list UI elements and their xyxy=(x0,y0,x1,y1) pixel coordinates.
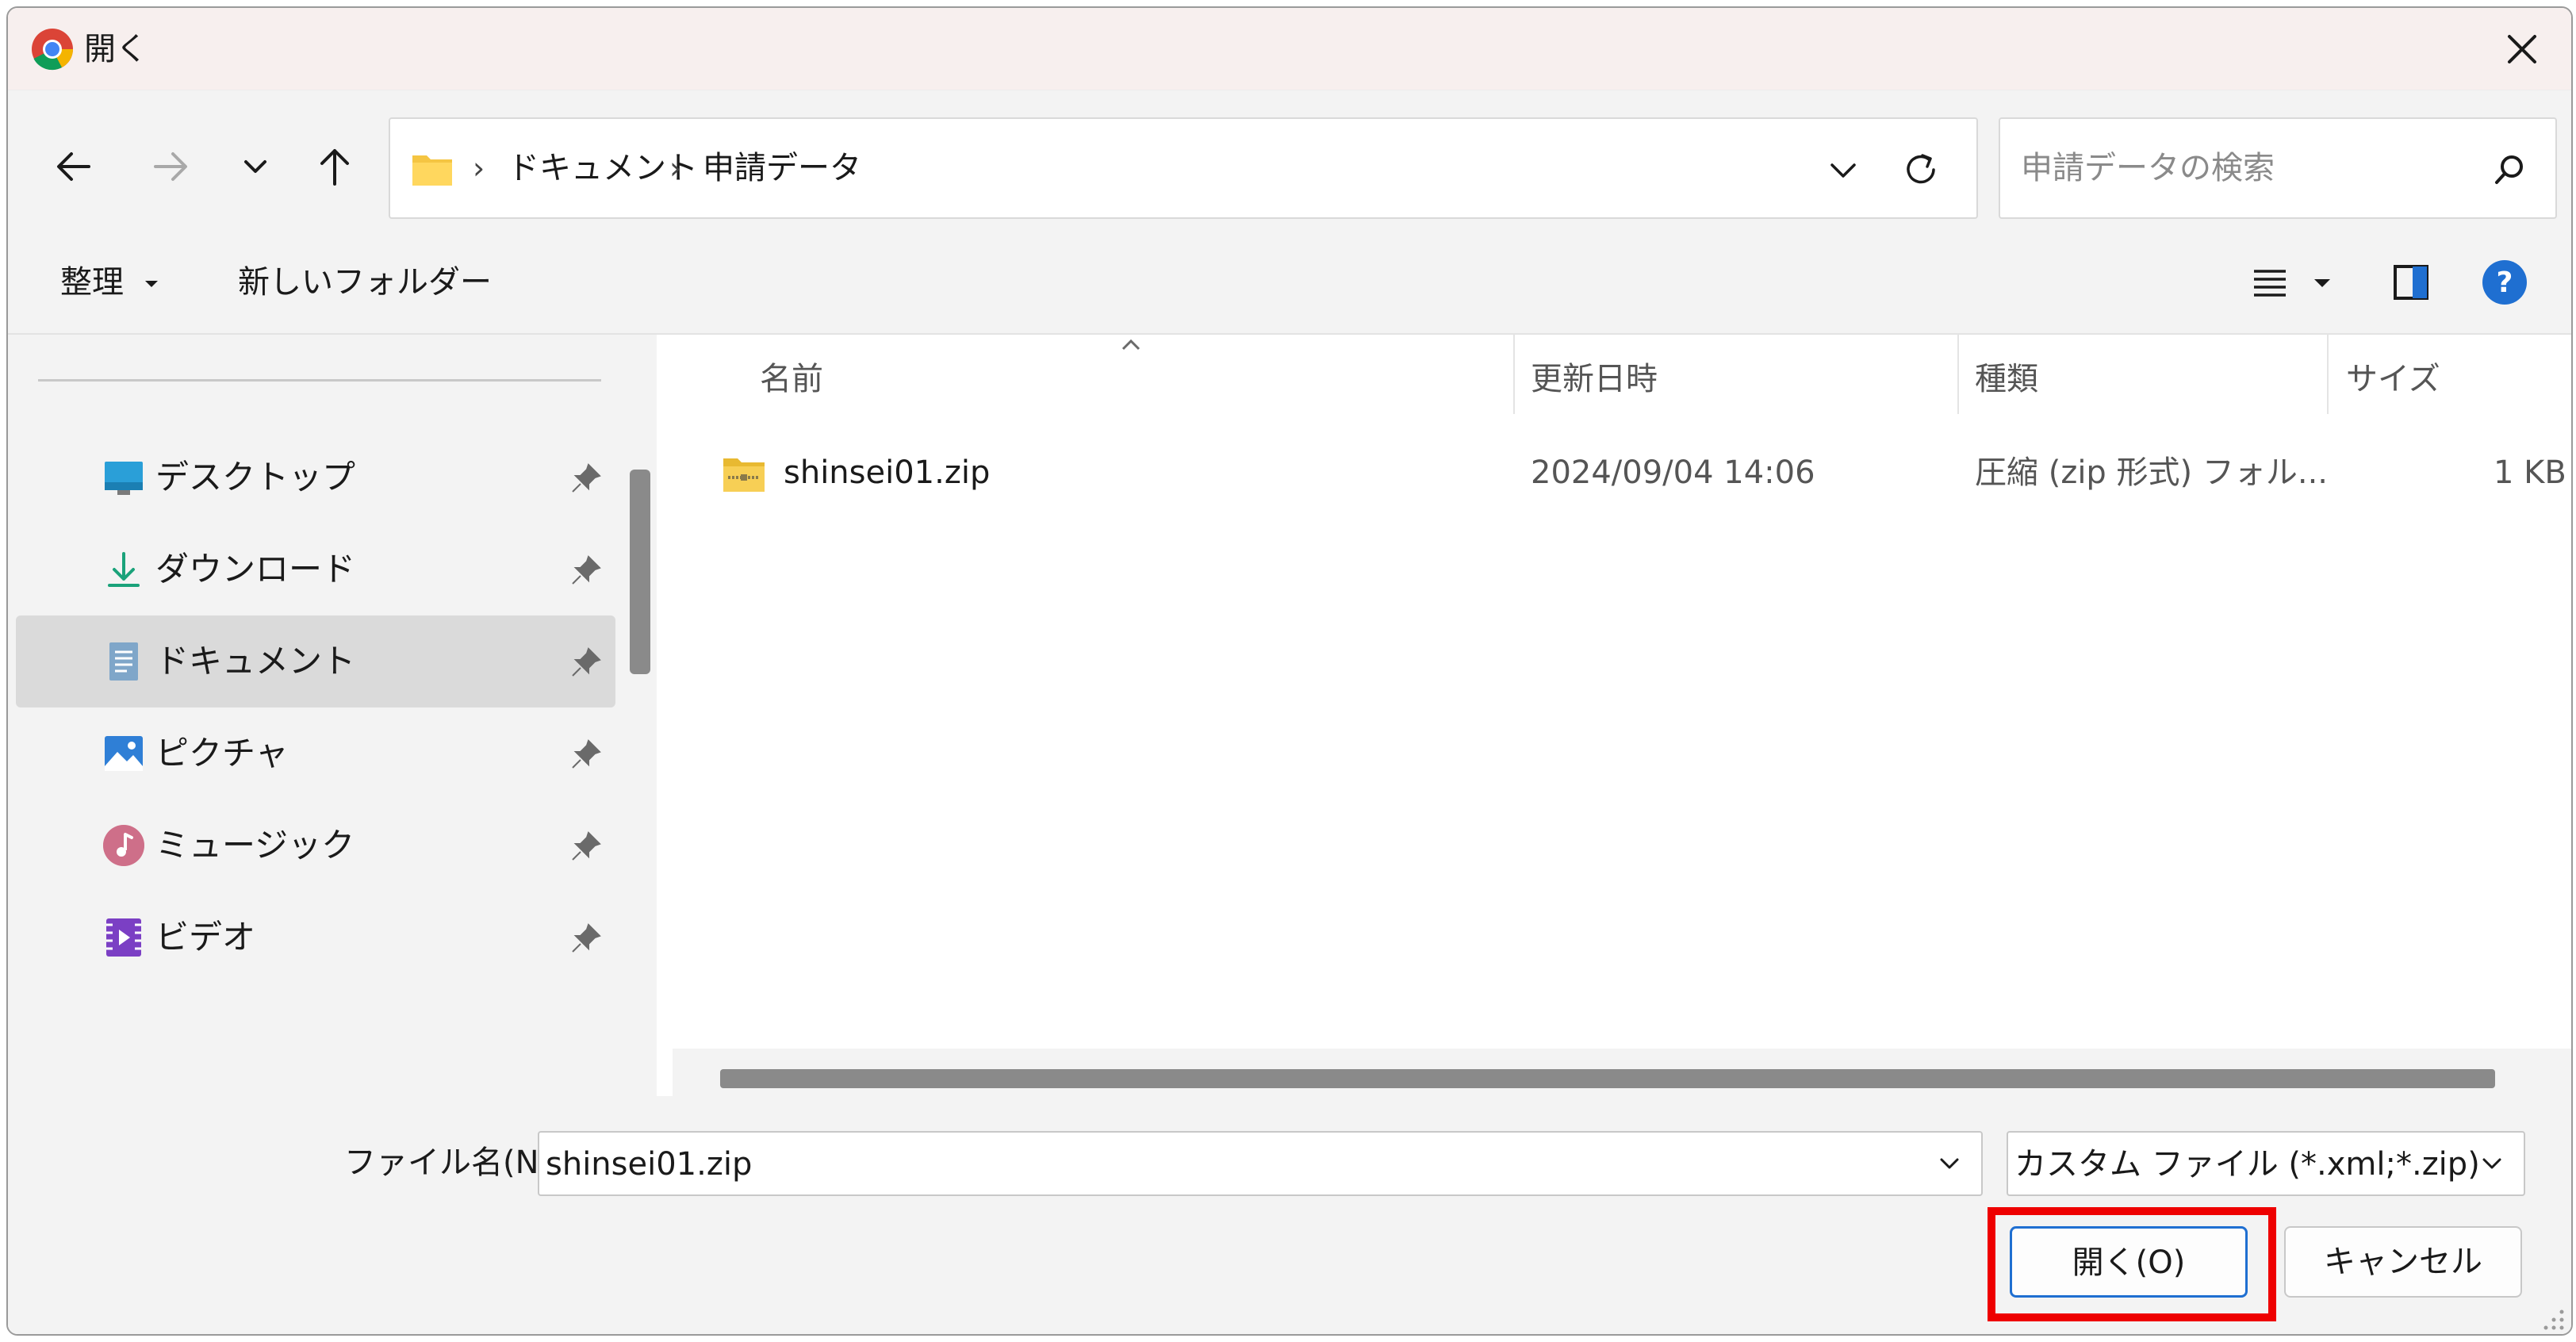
title-bar: 開く xyxy=(8,8,2571,90)
sidebar-item-documents[interactable]: ドキュメント xyxy=(16,615,615,707)
video-icon xyxy=(106,918,141,957)
preview-pane-icon[interactable] xyxy=(2386,257,2436,308)
file-list-pane: 名前 更新日時 種類 サイズ shinsei01.zip 2024/09/04 … xyxy=(673,335,2571,1096)
pin-icon[interactable] xyxy=(568,644,604,681)
pictures-icon xyxy=(105,736,143,771)
pin-icon[interactable] xyxy=(568,460,604,497)
search-icon[interactable] xyxy=(2487,148,2532,192)
chevron-down-icon[interactable] xyxy=(1932,1147,1967,1182)
pin-icon[interactable] xyxy=(568,828,604,865)
arrow-up-icon[interactable] xyxy=(306,138,363,195)
pin-icon[interactable] xyxy=(568,920,604,957)
sidebar-item-label: ドキュメント xyxy=(155,642,356,681)
sidebar-item-pictures[interactable]: ピクチャ xyxy=(16,707,615,799)
pin-icon[interactable] xyxy=(568,552,604,589)
organize-menu[interactable]: 整理 xyxy=(60,257,161,308)
document-icon xyxy=(109,642,138,681)
caret-down-icon[interactable] xyxy=(2306,257,2338,308)
arrow-right-icon[interactable] xyxy=(141,138,198,195)
chrome-icon xyxy=(32,29,73,71)
sidebar-item-videos[interactable]: ビデオ xyxy=(16,891,615,983)
open-button[interactable]: 開く(O) xyxy=(2010,1226,2248,1298)
close-icon[interactable] xyxy=(2497,24,2547,75)
file-type-filter-value: カスタム ファイル (*.xml;*.zip) xyxy=(2014,1146,2480,1183)
search-placeholder: 申請データの検索 xyxy=(2021,150,2275,186)
folder-icon xyxy=(412,155,452,186)
new-folder-button[interactable]: 新しいフォルダー xyxy=(238,257,492,308)
chevron-down-icon[interactable] xyxy=(2474,1147,2509,1182)
window-title: 開く xyxy=(84,31,148,67)
music-icon xyxy=(103,825,144,866)
column-divider[interactable] xyxy=(1957,335,1959,414)
resize-grip-icon[interactable] xyxy=(2538,1304,2566,1332)
breadcrumb-separator: › xyxy=(473,151,485,186)
sidebar-item-downloads[interactable]: ダウンロード xyxy=(16,523,615,615)
list-view-icon[interactable] xyxy=(2244,257,2295,308)
help-icon[interactable]: ? xyxy=(2479,257,2530,308)
column-divider[interactable] xyxy=(1513,335,1515,414)
column-header-modified[interactable]: 更新日時 xyxy=(1531,355,1658,403)
column-divider[interactable] xyxy=(2327,335,2329,414)
file-modified: 2024/09/04 14:06 xyxy=(1531,454,1815,491)
file-open-dialog: 開く › ドキュメント › 申請データ 申請データの検索 整理 新しいフォルダー… xyxy=(6,6,2573,1336)
navigation-pane: デスクトップ ダウンロード ドキュメント ピクチャ ミュージック ビデオ xyxy=(8,335,620,1096)
sidebar-item-label: ピクチャ xyxy=(155,734,289,773)
sidebar-item-label: ダウンロード xyxy=(155,550,356,589)
horizontal-scrollbar[interactable] xyxy=(720,1069,2495,1088)
breadcrumb-separator: › xyxy=(669,151,682,186)
sidebar-item-label: デスクトップ xyxy=(155,458,356,497)
sidebar-item-desktop[interactable]: デスクトップ xyxy=(16,431,615,523)
zip-folder-icon xyxy=(723,458,765,492)
refresh-icon[interactable] xyxy=(1897,146,1945,194)
breadcrumb-item-current[interactable]: 申請データ xyxy=(703,144,861,192)
sidebar-item-music[interactable]: ミュージック xyxy=(16,799,615,891)
column-header-size[interactable]: サイズ xyxy=(2346,355,2440,403)
navigation-bar: › ドキュメント › 申請データ 申請データの検索 xyxy=(8,90,2571,233)
sidebar-item-label: ミュージック xyxy=(155,826,355,865)
file-type: 圧縮 (zip 形式) フォル... xyxy=(1975,454,2328,491)
chevron-down-icon[interactable] xyxy=(227,138,284,195)
command-bar: 整理 新しいフォルダー ? xyxy=(8,233,2571,335)
file-name-value: shinsei01.zip xyxy=(546,1146,753,1183)
caret-down-icon xyxy=(144,281,158,287)
desktop-icon xyxy=(105,462,143,495)
sidebar-item-label: ビデオ xyxy=(155,918,256,957)
file-size: 1 KB xyxy=(2494,454,2566,491)
svg-text:?: ? xyxy=(2497,266,2513,299)
table-row[interactable]: shinsei01.zip 2024/09/04 14:06 圧縮 (zip 形… xyxy=(673,438,2571,509)
file-type-filter[interactable]: カスタム ファイル (*.xml;*.zip) xyxy=(2007,1131,2525,1196)
file-name: shinsei01.zip xyxy=(784,454,991,491)
chevron-down-icon[interactable] xyxy=(1821,148,1865,192)
file-name-label: ファイル名(N): xyxy=(344,1145,562,1181)
sort-ascending-icon xyxy=(1121,339,1140,351)
pin-icon[interactable] xyxy=(568,736,604,773)
search-box[interactable]: 申請データの検索 xyxy=(1999,117,2557,219)
sidebar-scroll-track xyxy=(620,335,657,1096)
download-icon xyxy=(108,552,140,587)
arrow-left-icon[interactable] xyxy=(46,138,103,195)
cancel-button[interactable]: キャンセル xyxy=(2284,1226,2522,1298)
sidebar-scrollbar[interactable] xyxy=(630,470,650,674)
address-bar[interactable]: › ドキュメント › 申請データ xyxy=(389,117,1978,219)
column-header-name[interactable]: 名前 xyxy=(760,355,823,403)
column-header-type[interactable]: 種類 xyxy=(1975,355,2038,403)
dialog-footer: ファイル名(N): shinsei01.zip カスタム ファイル (*.xml… xyxy=(8,1096,2571,1334)
file-name-input[interactable]: shinsei01.zip xyxy=(538,1131,1983,1196)
organize-label: 整理 xyxy=(60,264,124,301)
sidebar-divider xyxy=(38,379,601,382)
